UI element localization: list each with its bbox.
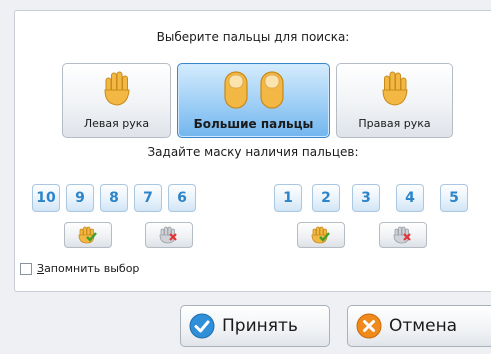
- hand-check-icon: [311, 226, 330, 244]
- cancel-label: Отмена: [389, 316, 458, 336]
- finger-button-9[interactable]: 9: [66, 184, 94, 212]
- thumbs-button[interactable]: Большие пальцы: [177, 63, 330, 138]
- left-select-all-button[interactable]: [64, 222, 112, 248]
- left-clear-all-button[interactable]: [145, 222, 193, 248]
- thumbs-icon: [223, 71, 284, 109]
- finger-button-2[interactable]: 2: [312, 184, 340, 212]
- check-circle-icon: [189, 313, 215, 339]
- right-select-all-button[interactable]: [297, 222, 345, 248]
- finger-button-6[interactable]: 6: [168, 184, 196, 212]
- finger-button-4[interactable]: 4: [396, 184, 424, 212]
- accept-button[interactable]: Принять: [180, 305, 330, 347]
- finger-button-8[interactable]: 8: [100, 184, 128, 212]
- right-clear-all-button[interactable]: [379, 222, 427, 248]
- right-hand-button[interactable]: Правая рука: [336, 63, 453, 138]
- remember-label-rest: апомнить выбор: [44, 262, 140, 275]
- hand-icon: [381, 71, 408, 106]
- hand-cross-icon: [159, 226, 177, 244]
- thumbs-label: Большие пальцы: [193, 117, 314, 131]
- select-fingers-heading: Выберите пальцы для поиска:: [156, 30, 350, 44]
- mask-heading: Задайте маску наличия пальцев:: [147, 145, 359, 159]
- finger-button-1[interactable]: 1: [274, 184, 302, 212]
- fingers-panel: Выберите пальцы для поиска: Левая рука Б…: [14, 10, 491, 292]
- finger-button-5[interactable]: 5: [440, 184, 468, 212]
- remember-label-accelerator: З: [37, 262, 45, 275]
- cancel-button[interactable]: Отмена: [347, 305, 491, 347]
- accept-label: Принять: [222, 316, 298, 336]
- hand-icon: [103, 71, 130, 106]
- finger-button-10[interactable]: 10: [32, 184, 60, 212]
- right-hand-label: Правая рука: [358, 117, 431, 130]
- finger-button-3[interactable]: 3: [352, 184, 380, 212]
- remember-selection-checkbox[interactable]: Запомнить выбор: [20, 262, 139, 275]
- hand-cross-icon: [393, 226, 411, 244]
- finger-button-7[interactable]: 7: [134, 184, 162, 212]
- left-hand-button[interactable]: Левая рука: [62, 63, 171, 138]
- remember-label: Запомнить выбор: [37, 262, 139, 275]
- x-circle-icon: [356, 313, 382, 339]
- hand-check-icon: [78, 226, 97, 244]
- left-hand-label: Левая рука: [83, 117, 150, 130]
- checkbox-box[interactable]: [20, 262, 32, 275]
